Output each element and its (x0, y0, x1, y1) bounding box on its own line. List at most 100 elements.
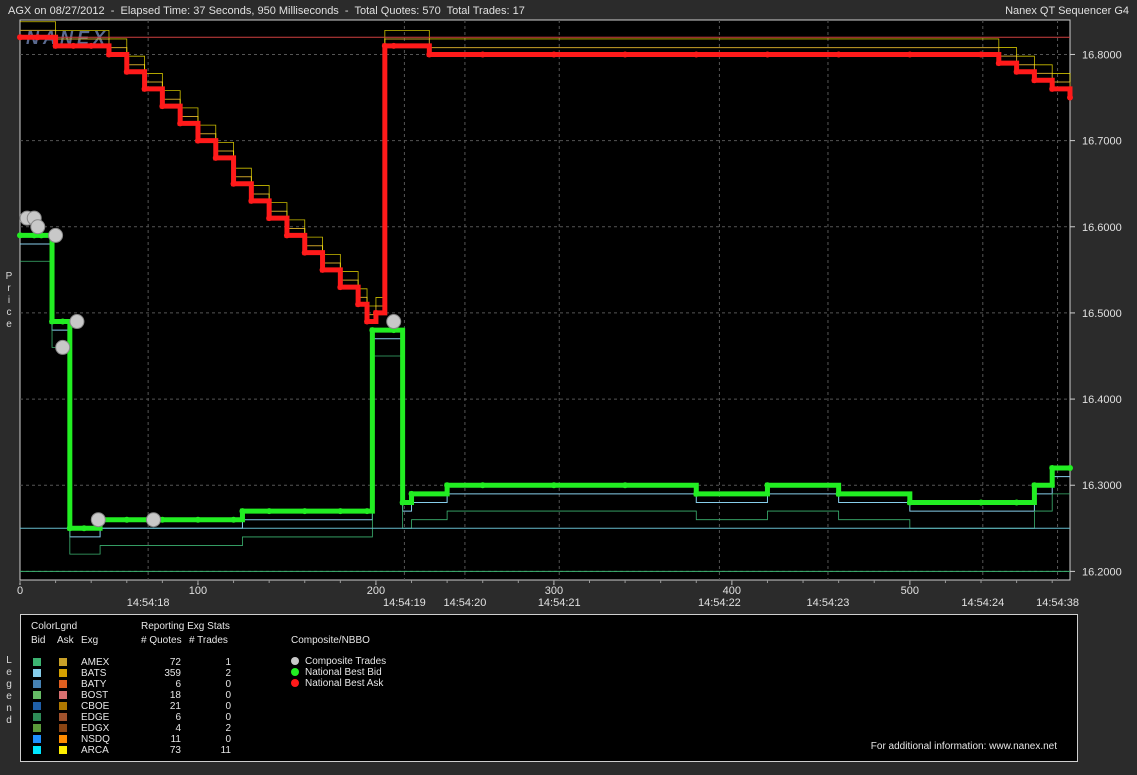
bid-point (66, 525, 73, 532)
ask-point (978, 51, 985, 58)
x-tick-label: 300 (545, 585, 563, 597)
ask-point (141, 85, 148, 92)
bid-point (835, 490, 842, 497)
ask-swatch (59, 658, 67, 666)
x-tick-label: 200 (367, 585, 385, 597)
ask-point (105, 51, 112, 58)
bid-point (399, 499, 406, 506)
time-label: 14:54:20 (444, 597, 487, 609)
bid-point (1013, 499, 1020, 506)
exchange-name: BOST (81, 690, 109, 701)
price-chart: NANEX 16.800016.700016.600016.500016.400… (17, 19, 1122, 609)
composite-trade-point (48, 227, 64, 243)
trade-count: 2 (225, 723, 231, 734)
time-label: 14:54:21 (538, 597, 581, 609)
bid-swatch (33, 735, 41, 743)
bid-swatch (33, 669, 41, 677)
bid-header: Bid (31, 635, 46, 646)
vertical-label-char: e (6, 319, 12, 330)
ask-point (390, 42, 397, 49)
bid-swatch (33, 713, 41, 721)
ask-point (212, 154, 219, 161)
bid-point (123, 516, 130, 523)
nbbo-label: Composite Trades (305, 656, 387, 667)
bid-point (764, 482, 771, 489)
ask-point (426, 51, 433, 58)
bid-point (550, 482, 557, 489)
exchange-name: NSDQ (81, 734, 110, 745)
ask-point (355, 301, 362, 308)
ask-point (34, 34, 41, 41)
bid-swatch (33, 691, 41, 699)
bid-swatch (33, 680, 41, 688)
bid-point (444, 482, 451, 489)
vertical-label-char: n (6, 703, 12, 714)
exchange-name: BATY (81, 679, 107, 690)
quotes-header: # Quotes (141, 635, 182, 646)
ask-swatch (59, 713, 67, 721)
nbbo-dot (291, 668, 299, 676)
nbbo-label: National Best Ask (305, 678, 384, 689)
ask-point (301, 249, 308, 256)
time-label: 14:54:18 (127, 597, 170, 609)
bid-point (978, 499, 985, 506)
ask-swatch (59, 724, 67, 732)
y-tick-label: 16.2000 (1082, 566, 1122, 578)
bid-point (337, 508, 344, 515)
stats-header: Reporting Exg Stats (141, 621, 230, 632)
time-label: 14:54:22 (698, 597, 741, 609)
ask-point (159, 103, 166, 110)
bid-point (364, 508, 371, 515)
bid-swatch (33, 658, 41, 666)
ask-swatch (59, 746, 67, 754)
ask-swatch (59, 735, 67, 743)
bid-point (81, 525, 88, 532)
ask-header: Ask (57, 635, 74, 646)
bid-point (408, 490, 415, 497)
bid-point (59, 318, 66, 325)
trade-count: 0 (225, 712, 231, 723)
quote-count: 18 (169, 690, 181, 701)
x-tick-label: 0 (17, 585, 23, 597)
bid-swatch (33, 746, 41, 754)
ask-point (1013, 68, 1020, 75)
ask-point (906, 51, 913, 58)
composite-trade-point (386, 314, 402, 330)
y-tick-label: 16.3000 (1082, 480, 1122, 492)
vertical-label-char: d (6, 715, 12, 726)
vertical-label-char: c (6, 307, 12, 318)
ask-point (17, 34, 23, 41)
exchange-name: EDGX (81, 723, 110, 734)
composite-trade-point (90, 512, 106, 528)
nbbo-dot (291, 657, 299, 665)
ask-point (266, 215, 273, 222)
ask-point (319, 266, 326, 273)
ask-point (123, 68, 130, 75)
bid-point (194, 516, 201, 523)
ask-swatch (59, 702, 67, 710)
quote-count: 21 (169, 701, 181, 712)
bid-point (266, 508, 273, 515)
x-tick-label: 100 (189, 585, 207, 597)
trade-count: 0 (225, 734, 231, 745)
vertical-label-char: r (7, 283, 11, 294)
quote-count: 73 (169, 745, 181, 756)
exchange-name: AMEX (81, 657, 110, 668)
legend-panel: ColorLgnd Bid Ask Exg Reporting Exg Stat… (20, 614, 1078, 762)
composite-trade-point (30, 219, 46, 235)
composite-trade-point (145, 512, 161, 528)
ask-point (337, 284, 344, 291)
vertical-label-char: g (6, 679, 12, 690)
exchange-name: ARCA (81, 745, 109, 756)
footer-link[interactable]: For additional information: www.nanex.ne… (871, 741, 1057, 752)
quote-count: 359 (164, 668, 181, 679)
bid-point (230, 516, 237, 523)
time-label: 14:54:19 (383, 597, 426, 609)
ask-point (177, 120, 184, 127)
quote-count: 72 (169, 657, 181, 668)
exg-header: Exg (81, 635, 99, 646)
time-label: 14:54:24 (961, 597, 1004, 609)
bid-point (1067, 465, 1073, 471)
quote-count: 4 (175, 723, 181, 734)
vertical-label-char: i (7, 295, 11, 306)
